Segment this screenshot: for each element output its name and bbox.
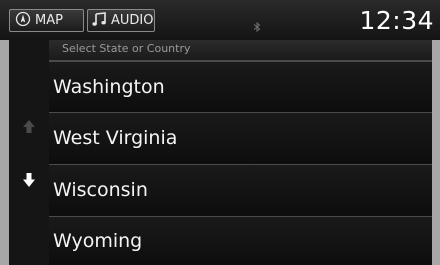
map-button[interactable]: MAP xyxy=(9,9,84,32)
list-item-wisconsin[interactable]: Wisconsin xyxy=(49,164,432,215)
compass-icon xyxy=(15,11,31,31)
audio-button-label: AUDIO xyxy=(111,13,154,28)
left-frame xyxy=(0,40,9,265)
scroll-column xyxy=(9,40,49,265)
audio-button[interactable]: AUDIO xyxy=(87,9,155,32)
list-item-label: West Virginia xyxy=(53,127,178,149)
right-frame xyxy=(432,40,440,265)
music-note-icon xyxy=(91,11,107,31)
list-item-wyoming[interactable]: Wyoming xyxy=(49,216,432,265)
navigation-screen: MAP AUDIO 12:34 Select State or Country … xyxy=(0,0,440,265)
map-button-label: MAP xyxy=(35,13,63,28)
bluetooth-icon xyxy=(253,17,261,33)
list-item-label: Washington xyxy=(53,76,165,98)
arrow-down-icon[interactable] xyxy=(19,170,39,190)
list-item-west-virginia[interactable]: West Virginia xyxy=(49,112,432,163)
clock: 12:34 xyxy=(359,6,434,35)
arrow-up-icon[interactable] xyxy=(19,117,39,135)
list-header-text: Select State or Country xyxy=(62,42,191,55)
top-bar: MAP AUDIO 12:34 xyxy=(0,0,440,40)
list-item-label: Wyoming xyxy=(53,230,143,252)
list-item-label: Wisconsin xyxy=(53,179,148,201)
list-item-washington[interactable]: Washington xyxy=(49,61,432,112)
list-header: Select State or Country xyxy=(49,40,432,61)
